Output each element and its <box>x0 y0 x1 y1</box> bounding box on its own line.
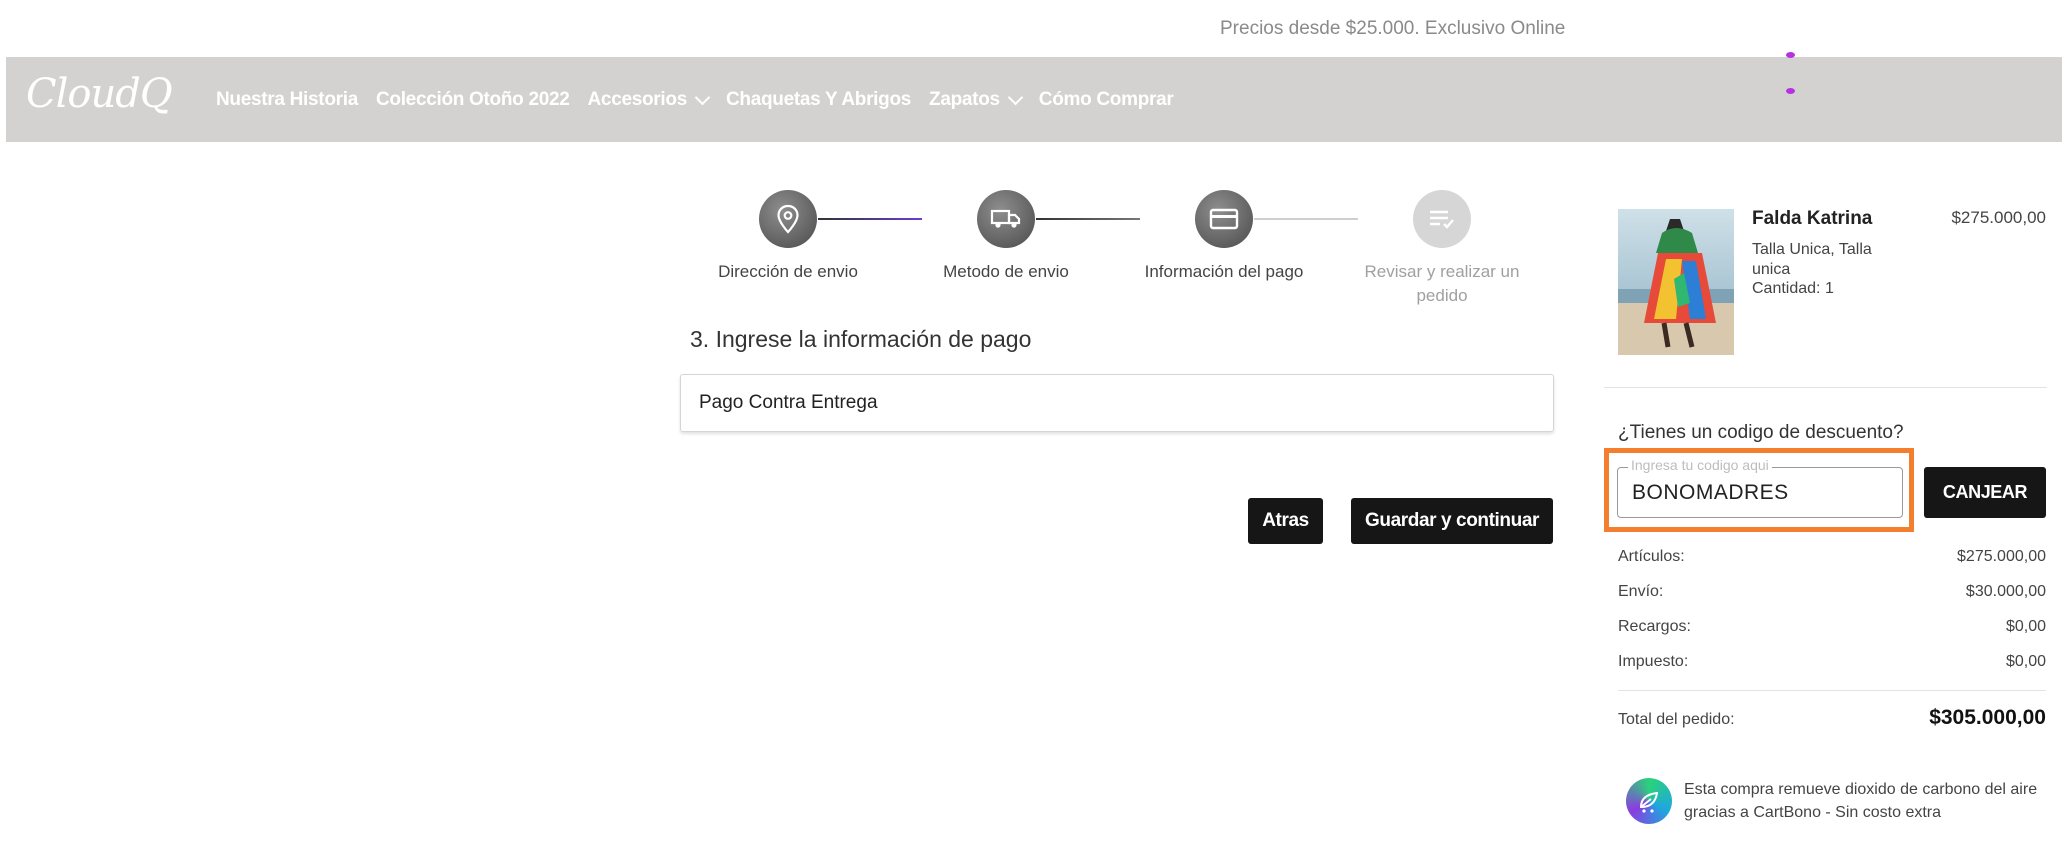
dot-icon <box>1786 88 1795 94</box>
list-check-icon <box>1413 190 1471 248</box>
checkout-stepper: Dirección de envio Metodo de envio Infor… <box>700 190 1580 320</box>
nav-item-como-comprar[interactable]: Cómo Comprar <box>1039 89 1174 111</box>
payment-method-option[interactable]: Pago Contra Entrega <box>680 374 1554 432</box>
product-price: $275.000,00 <box>1951 208 2046 227</box>
product-quantity: Cantidad: 1 <box>1752 280 1834 297</box>
summary-shipping-row: Envío: $30.000,00 <box>1618 583 2046 600</box>
back-button[interactable]: Atras <box>1248 498 1323 544</box>
coupon-placeholder: Ingresa tu codigo aqui <box>1628 457 1772 473</box>
summary-surcharge-row: Recargos: $0,00 <box>1618 618 2046 635</box>
brand-logo[interactable]: CloudQ <box>26 71 173 117</box>
truck-icon <box>977 190 1035 248</box>
product-image[interactable] <box>1618 209 1734 355</box>
step-informacion-pago[interactable]: Información del pago <box>1134 190 1314 284</box>
payment-method-label: Pago Contra Entrega <box>699 392 878 413</box>
dot-icon <box>1786 52 1795 58</box>
divider <box>1604 387 2047 388</box>
main-navbar: CloudQ Nuestra Historia Colección Otoño … <box>6 52 2062 142</box>
leaf-cart-icon <box>1626 778 1672 824</box>
step-direccion[interactable]: Dirección de envio <box>698 190 878 284</box>
summary-items-row: Artículos: $275.000,00 <box>1618 548 2046 565</box>
step-metodo-envio[interactable]: Metodo de envio <box>916 190 1096 284</box>
nav-item-accesorios[interactable]: Accesorios <box>588 89 711 111</box>
summary-tax-row: Impuesto: $0,00 <box>1618 653 2046 670</box>
nav-item-nuestra-historia[interactable]: Nuestra Historia <box>216 89 358 111</box>
nav-item-coleccion[interactable]: Colección Otoño 2022 <box>376 89 570 111</box>
map-pin-icon <box>759 190 817 248</box>
product-name: Falda Katrina <box>1752 208 1873 229</box>
chevron-down-icon <box>694 89 711 105</box>
nav-links: Nuestra Historia Colección Otoño 2022 Ac… <box>216 57 1174 142</box>
nav-item-zapatos[interactable]: Zapatos <box>929 89 1024 111</box>
eco-note: Esta compra remueve dioxido de carbono d… <box>1684 781 2038 821</box>
step-revisar[interactable]: Revisar y realizar un pedido <box>1352 190 1532 308</box>
redeem-button[interactable]: CANJEAR <box>1924 467 2046 518</box>
discount-title: ¿Tienes un codigo de descuento? <box>1618 422 1904 443</box>
credit-card-icon <box>1195 190 1253 248</box>
save-continue-button[interactable]: Guardar y continuar <box>1351 498 1553 544</box>
summary-total-row: Total del pedido: $305.000,00 <box>1618 706 2046 729</box>
product-variant: Talla Unica, Talla unica <box>1752 241 1872 278</box>
chevron-down-icon <box>1007 89 1024 105</box>
coupon-input[interactable] <box>1632 481 1892 505</box>
coupon-field: Ingresa tu codigo aqui <box>1617 457 1903 518</box>
promo-banner: Precios desde $25.000. Exclusivo Online <box>1220 18 1566 39</box>
divider <box>1618 690 2046 691</box>
nav-item-chaquetas[interactable]: Chaquetas Y Abrigos <box>726 89 911 111</box>
section-title: 3. Ingrese la información de pago <box>690 326 1032 352</box>
